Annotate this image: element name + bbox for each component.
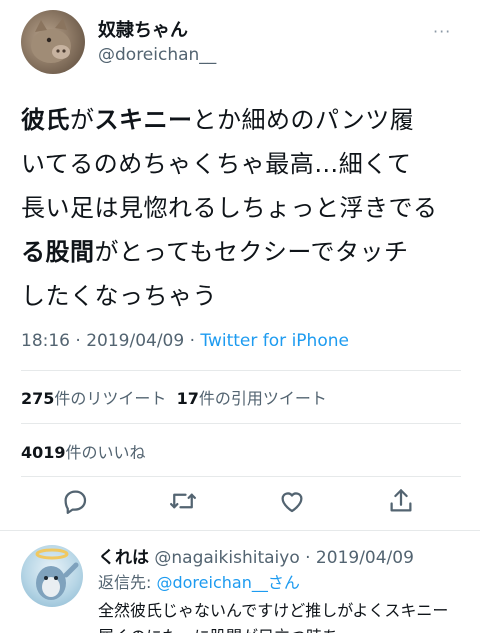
more-options-icon[interactable]: ··· bbox=[433, 22, 451, 41]
tweet-timestamp[interactable]: 18:16 · 2019/04/09 · bbox=[21, 331, 200, 351]
tweet-line: いてるのめちゃくちゃ最高…細くて bbox=[21, 150, 412, 178]
divider bbox=[0, 530, 480, 531]
reply-display-name: くれは bbox=[98, 548, 149, 568]
author-handle[interactable]: @doreichan__ bbox=[98, 45, 216, 65]
tweet-line: したくなっちゃう bbox=[21, 282, 217, 310]
reply-author-avatar[interactable] bbox=[21, 545, 83, 607]
tweet-source[interactable]: Twitter for iPhone bbox=[200, 331, 349, 351]
reply-handle-date: @nagaikishitaiyo · 2019/04/09 bbox=[154, 548, 414, 568]
divider bbox=[21, 423, 461, 424]
like-count: 4019 bbox=[21, 443, 66, 462]
reply-to-handle[interactable]: @doreichan__さん bbox=[156, 573, 299, 592]
retweet-icon[interactable] bbox=[168, 486, 198, 516]
tweet-line: 長い足は見惚れるしちょっと浮きでる bbox=[21, 194, 438, 222]
divider bbox=[21, 476, 461, 477]
reply-author[interactable]: くれは @nagaikishitaiyo · 2019/04/09 bbox=[98, 543, 414, 568]
quote-count: 17 bbox=[176, 389, 199, 408]
divider bbox=[21, 370, 461, 371]
retweet-stats[interactable]: 275件のリツイート 17件の引用ツイート bbox=[21, 385, 327, 409]
like-stats[interactable]: 4019件のいいね bbox=[21, 439, 146, 463]
tweet-meta: 18:16 · 2019/04/09 · Twitter for iPhone bbox=[21, 331, 349, 351]
author-avatar[interactable] bbox=[21, 10, 85, 74]
tweet-text: 彼氏がスキニーとか細めのパンツ履 いてるのめちゃくちゃ最高…細くて 長い足は見惚… bbox=[21, 98, 466, 318]
like-icon[interactable] bbox=[277, 486, 307, 516]
tweet-line: 彼氏がスキニーとか細めのパンツ履 bbox=[21, 106, 415, 134]
reply-icon[interactable] bbox=[60, 486, 90, 516]
retweet-count: 275 bbox=[21, 389, 55, 408]
tweet-line: る股間がとってもセクシーでタッチ bbox=[21, 238, 409, 266]
tweet-actions bbox=[0, 486, 480, 520]
reply-text: 全然彼氏じゃないんですけど推しがよくスキニー履くのにた～に股間が目立つ時あ bbox=[98, 601, 449, 633]
reply-to-label: 返信先: @doreichan__さん bbox=[98, 573, 300, 592]
tweet-header: 奴隷ちゃん @doreichan__ ··· bbox=[0, 0, 480, 90]
author-display-name[interactable]: 奴隷ちゃん bbox=[98, 16, 188, 42]
share-icon[interactable] bbox=[386, 486, 416, 516]
